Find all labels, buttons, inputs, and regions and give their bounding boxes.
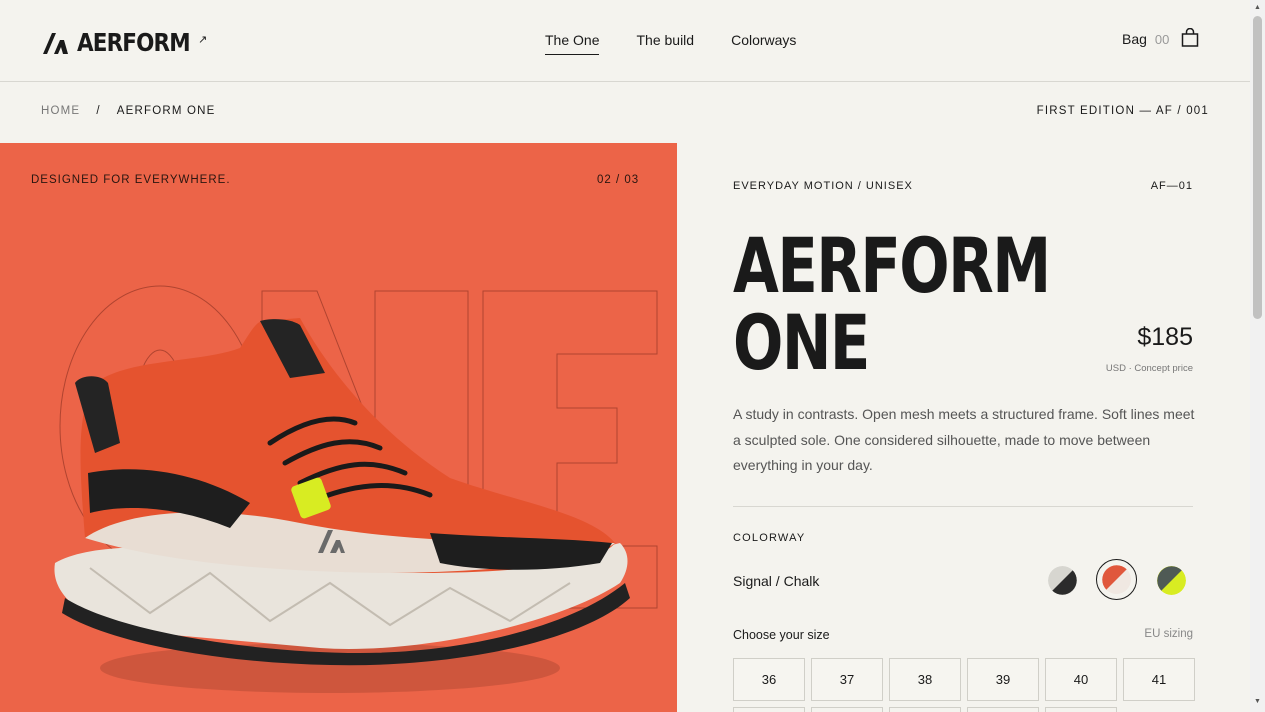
colorway-heading: COLORWAY xyxy=(733,532,806,544)
brand-name: AERFORM xyxy=(77,28,191,57)
arrow-icon: ↗ xyxy=(198,34,208,46)
size-option[interactable] xyxy=(1045,707,1117,712)
size-option[interactable]: 40 xyxy=(1045,658,1117,701)
main-nav: The One The build Colorways xyxy=(545,32,796,55)
size-grid-row2 xyxy=(733,707,1117,712)
product-description: A study in contrasts. Open mesh meets a … xyxy=(733,406,1195,473)
size-option[interactable] xyxy=(811,707,883,712)
size-grid: 36 37 38 39 40 41 xyxy=(733,658,1195,701)
site-header: AERFORM ↗ The One The build Colorways Ba… xyxy=(0,0,1250,82)
nav-colorways[interactable]: Colorways xyxy=(731,32,796,55)
breadcrumb-separator: / xyxy=(96,105,101,117)
nav-the-build[interactable]: The build xyxy=(636,32,694,55)
size-option[interactable] xyxy=(889,707,961,712)
bag-label: Bag xyxy=(1122,31,1147,47)
colorway-name: Signal / Chalk xyxy=(733,573,820,589)
scroll-thumb[interactable] xyxy=(1253,16,1262,319)
brand-logo[interactable]: AERFORM ↗ xyxy=(41,28,207,57)
size-option[interactable]: 39 xyxy=(967,658,1039,701)
breadcrumb-home[interactable]: HOME xyxy=(41,105,80,117)
size-option[interactable] xyxy=(967,707,1039,712)
scroll-down-icon[interactable]: ▼ xyxy=(1254,698,1261,705)
bag-count: 00 xyxy=(1154,31,1170,47)
hero-artwork xyxy=(54,285,658,693)
slide-counter: 02 / 03 xyxy=(597,174,640,186)
swatch-volt[interactable] xyxy=(1157,566,1186,595)
product-price: $185 xyxy=(1137,323,1193,351)
size-hint: EU sizing xyxy=(1144,628,1193,640)
breadcrumb-current: AERFORM ONE xyxy=(116,105,216,117)
size-option[interactable]: 37 xyxy=(811,658,883,701)
product-title: AERFORM ONE xyxy=(733,221,1051,387)
edition-label: FIRST EDITION — AF / 001 xyxy=(1036,105,1209,117)
product-title-line1: AERFORM xyxy=(733,221,1051,310)
logo-mark-icon xyxy=(43,32,68,54)
shopping-bag-icon xyxy=(1182,27,1199,47)
price-note: USD · Concept price xyxy=(1105,363,1193,374)
hero-tagline: DESIGNED FOR EVERYWHERE. xyxy=(31,174,231,186)
product-sku: AF—01 xyxy=(1150,180,1193,192)
breadcrumb: HOME / AERFORM ONE xyxy=(41,105,216,117)
size-option[interactable] xyxy=(733,707,805,712)
size-option[interactable]: 41 xyxy=(1123,658,1195,701)
swatch-graphite[interactable] xyxy=(1048,566,1077,595)
size-option[interactable]: 36 xyxy=(733,658,805,701)
nav-the-one[interactable]: The One xyxy=(545,32,600,55)
scroll-up-icon[interactable]: ▲ xyxy=(1254,4,1261,11)
scrollbar[interactable]: ▲ ▼ xyxy=(1250,0,1265,712)
size-option[interactable]: 38 xyxy=(889,658,961,701)
size-label: Choose your size xyxy=(733,628,830,642)
bag-button[interactable]: Bag 00 xyxy=(1122,27,1199,47)
product-category: EVERYDAY MOTION / UNISEX xyxy=(733,180,913,192)
swatch-signal-chalk[interactable] xyxy=(1102,565,1131,594)
hero-panel: DESIGNED FOR EVERYWHERE. 02 / 03 xyxy=(0,143,677,712)
divider xyxy=(733,506,1193,507)
product-title-line2: ONE xyxy=(733,298,870,387)
